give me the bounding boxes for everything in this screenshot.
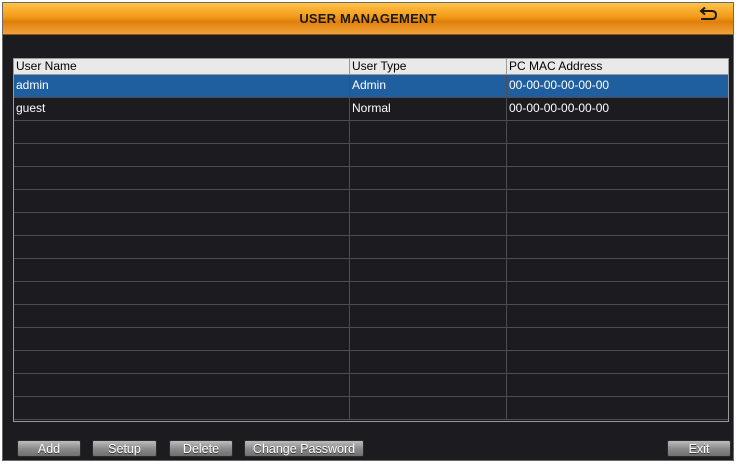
empty-cell	[507, 305, 728, 327]
delete-button[interactable]: Delete	[169, 440, 233, 457]
empty-cell	[14, 144, 350, 166]
empty-table-row[interactable]	[14, 328, 728, 351]
empty-cell	[350, 328, 507, 350]
empty-cell	[14, 259, 350, 281]
empty-cell	[14, 282, 350, 304]
empty-cell	[14, 236, 350, 258]
empty-table-row[interactable]	[14, 144, 728, 167]
empty-cell	[350, 190, 507, 212]
setup-button[interactable]: Setup	[92, 440, 157, 457]
empty-table-row[interactable]	[14, 305, 728, 328]
change-password-button[interactable]: Change Password	[244, 440, 364, 457]
empty-table-row[interactable]	[14, 167, 728, 190]
empty-cell	[507, 144, 728, 166]
empty-cell	[350, 167, 507, 189]
empty-table-row[interactable]	[14, 190, 728, 213]
empty-cell	[507, 397, 728, 419]
user-type-cell: Admin	[350, 75, 507, 97]
empty-cell	[507, 236, 728, 258]
title-bar: USER MANAGEMENT	[3, 3, 733, 35]
table-body: admin Admin 00-00-00-00-00-00 guest Norm…	[14, 75, 728, 420]
user-type-cell: Normal	[350, 98, 507, 120]
empty-cell	[14, 351, 350, 373]
empty-cell	[507, 328, 728, 350]
empty-cell	[350, 236, 507, 258]
table-header: User Name User Type PC MAC Address	[14, 59, 728, 75]
empty-cell	[507, 190, 728, 212]
empty-table-row[interactable]	[14, 236, 728, 259]
window-title: USER MANAGEMENT	[299, 11, 437, 26]
column-header-user-type[interactable]: User Type	[350, 59, 507, 74]
empty-cell	[507, 259, 728, 281]
empty-table-row[interactable]	[14, 374, 728, 397]
empty-cell	[350, 213, 507, 235]
empty-table-row[interactable]	[14, 121, 728, 144]
empty-cell	[350, 259, 507, 281]
mac-address-cell: 00-00-00-00-00-00	[509, 101, 610, 115]
exit-button[interactable]: Exit	[667, 440, 731, 457]
empty-cell	[350, 121, 507, 143]
mac-address-cell: 00-00-00-00-00-00	[509, 78, 610, 92]
column-header-mac-address[interactable]: PC MAC Address	[507, 59, 728, 74]
empty-cell	[14, 167, 350, 189]
empty-cell	[14, 213, 350, 235]
empty-table-row[interactable]	[14, 397, 728, 420]
empty-cell	[350, 282, 507, 304]
empty-table-row[interactable]	[14, 213, 728, 236]
empty-cell	[14, 397, 350, 419]
empty-table-row[interactable]	[14, 351, 728, 374]
table-row[interactable]: admin Admin 00-00-00-00-00-00	[14, 75, 728, 98]
empty-cell	[350, 305, 507, 327]
user-name-cell: admin	[14, 75, 350, 97]
empty-cell	[507, 374, 728, 396]
empty-cell	[350, 397, 507, 419]
user-name-cell: guest	[14, 98, 350, 120]
empty-cell	[14, 305, 350, 327]
user-management-window: USER MANAGEMENT User Name User Type PC M…	[2, 2, 734, 461]
empty-cell	[14, 328, 350, 350]
empty-cell	[507, 121, 728, 143]
empty-cell	[14, 190, 350, 212]
empty-cell	[507, 213, 728, 235]
empty-cell	[14, 374, 350, 396]
empty-table-row[interactable]	[14, 282, 728, 305]
user-table: User Name User Type PC MAC Address admin…	[13, 58, 729, 422]
empty-cell	[350, 144, 507, 166]
column-header-user-name[interactable]: User Name	[14, 59, 350, 74]
empty-cell	[350, 374, 507, 396]
empty-cell	[350, 351, 507, 373]
empty-cell	[14, 121, 350, 143]
add-button[interactable]: Add	[17, 440, 81, 457]
back-arrow-icon[interactable]	[697, 6, 719, 22]
empty-table-row[interactable]	[14, 259, 728, 282]
empty-cell	[507, 351, 728, 373]
empty-cell	[507, 282, 728, 304]
table-row[interactable]: guest Normal 00-00-00-00-00-00	[14, 98, 728, 121]
empty-cell	[507, 167, 728, 189]
